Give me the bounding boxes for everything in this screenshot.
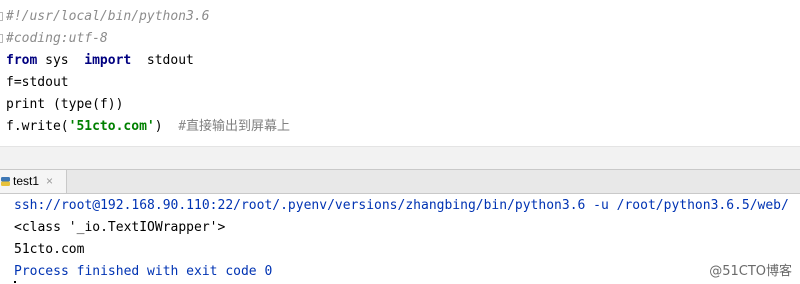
close-icon[interactable]: × xyxy=(46,170,53,193)
import-name: stdout xyxy=(131,53,194,68)
fold-marker[interactable] xyxy=(0,12,3,21)
console-output[interactable]: ssh://root@192.168.90.110:22/root/.pyenv… xyxy=(0,194,800,284)
console-line-output: 51cto.com xyxy=(14,242,85,257)
code-line-2[interactable]: #coding:utf-8 xyxy=(6,28,108,50)
code-line-6[interactable]: f.write('51cto.com') #直接输出到屏幕上 xyxy=(6,116,290,138)
watermark: @51CTO博客 xyxy=(709,264,792,279)
code-line-5[interactable]: print (type(f)) xyxy=(6,94,123,116)
keyword-import: import xyxy=(84,53,132,68)
console-cursor xyxy=(14,281,16,283)
fold-marker[interactable] xyxy=(0,34,3,43)
module-name: sys xyxy=(37,53,85,68)
code-editor[interactable]: #!/usr/local/bin/python3.6 #coding:utf-8… xyxy=(0,0,800,146)
console-line-command: ssh://root@192.168.90.110:22/root/.pyenv… xyxy=(14,198,789,213)
code-line-4[interactable]: f=stdout xyxy=(6,72,69,94)
run-tab-test1[interactable]: test1 × xyxy=(0,170,67,193)
python-run-icon xyxy=(1,177,10,186)
run-toolbar: test1 × xyxy=(0,169,800,194)
console-line-exit: Process finished with exit code 0 xyxy=(14,264,273,279)
code-line-1[interactable]: #!/usr/local/bin/python3.6 xyxy=(6,6,210,28)
string-literal: '51cto.com' xyxy=(68,119,155,134)
console-line-type: <class '_io.TextIOWrapper'> xyxy=(14,220,226,235)
comment-hash: # xyxy=(178,119,187,134)
code-line-3[interactable]: from sys import stdout xyxy=(6,50,194,72)
call-prefix: f.write( xyxy=(6,119,69,134)
panel-divider[interactable] xyxy=(0,146,800,170)
comment-text: 直接输出到屏幕上 xyxy=(186,119,291,134)
run-tab-label: test1 xyxy=(13,174,40,188)
keyword-from: from xyxy=(6,53,38,68)
call-suffix: ) xyxy=(154,119,179,134)
